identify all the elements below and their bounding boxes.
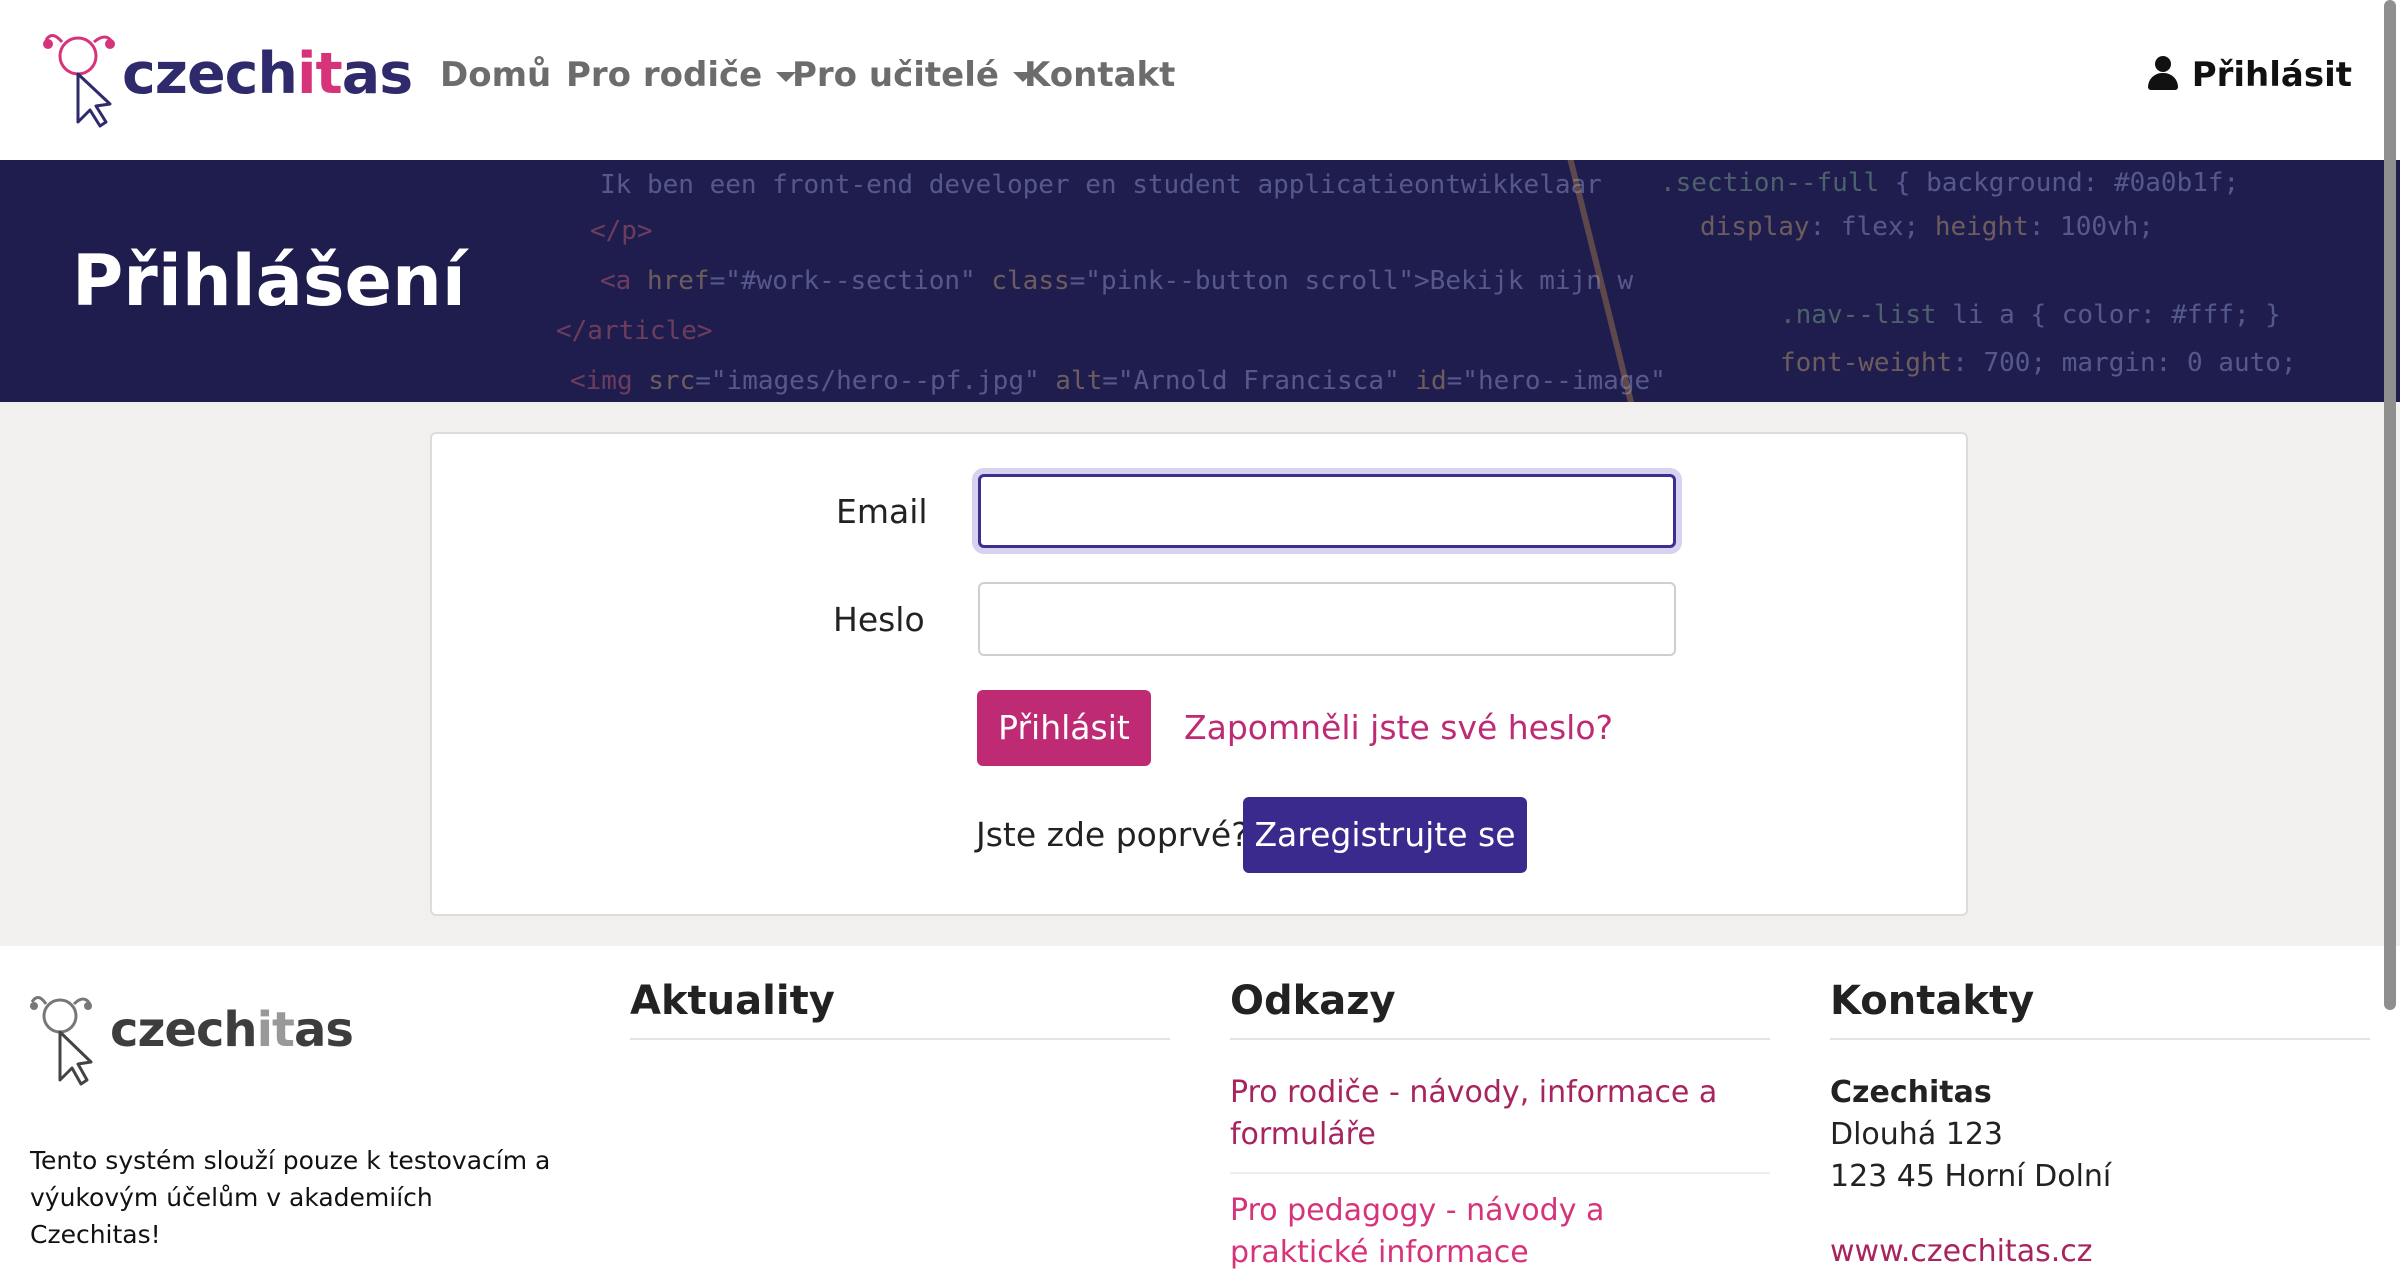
code-background-line: .nav--list li a { color: #fff; } <box>1780 300 2281 330</box>
divider <box>1230 1172 1770 1174</box>
nav-parents-label: Pro rodiče <box>566 55 763 95</box>
contact-name: Czechitas <box>1830 1075 1992 1110</box>
password-label: Heslo <box>833 600 925 639</box>
footer-link-parents[interactable]: Pro rodiče - návody, informace a formulá… <box>1230 1072 1750 1156</box>
footer-heading-contacts: Kontakty <box>1830 978 2035 1024</box>
email-field[interactable] <box>978 474 1676 548</box>
divider <box>1830 1038 2370 1040</box>
register-button[interactable]: Zaregistrujte se <box>1243 797 1527 873</box>
divider <box>630 1038 1170 1040</box>
logo-text-it: it <box>297 41 343 107</box>
nav-home[interactable]: Domů <box>440 55 551 95</box>
user-icon <box>2147 56 2178 90</box>
footer-heading-news: Aktuality <box>630 978 835 1024</box>
nav-contact[interactable]: Kontakt <box>1024 55 1175 95</box>
first-time-text: Jste zde poprvé? <box>976 815 1249 854</box>
nav-teachers-label: Pro učitelé <box>792 55 999 95</box>
contact-website-link[interactable]: www.czechitas.cz <box>1830 1231 2093 1273</box>
logo-girl-icon <box>43 34 115 128</box>
code-background-line: </p> <box>590 216 653 246</box>
forgot-password-link[interactable]: Zapomněli jste své heslo? <box>1184 708 1613 747</box>
divider <box>1230 1038 1770 1040</box>
czechitas-logo[interactable]: czechitas <box>42 26 413 130</box>
code-background-line: font-weight: 700; margin: 0 auto; <box>1780 348 2297 378</box>
code-background-line: Ik ben een front-end developer en studen… <box>600 170 1602 200</box>
nav-parents-dropdown[interactable]: Pro rodiče <box>566 55 797 95</box>
code-background-line: .section--full { background: #0a0b1f; <box>1660 168 2240 198</box>
top-navbar: czechitas Domů Pro rodiče Pro učitelé Ko… <box>0 0 2400 160</box>
logo-text-czech: czech <box>122 41 298 107</box>
nav-login-label: Přihlásit <box>2191 55 2352 95</box>
password-field[interactable] <box>978 582 1676 656</box>
code-background-line: <a href="#work--section" class="pink--bu… <box>600 266 1634 296</box>
footer-disclaimer: Tento systém slouží pouze k testovacím a… <box>30 1146 551 1249</box>
nav-teachers-dropdown[interactable]: Pro učitelé <box>792 55 1033 95</box>
footer-logo-text-it: it <box>256 1002 295 1058</box>
footer-logo-text-as: as <box>293 1002 354 1058</box>
contact-city: 123 45 Horní Dolní <box>1830 1159 2112 1194</box>
page-title: Přihlášení <box>72 240 466 322</box>
logo-text-as: as <box>341 41 413 107</box>
nav-login-link[interactable]: Přihlásit <box>2147 55 2352 95</box>
page-scrollbar[interactable] <box>2384 0 2396 1010</box>
code-background-line: display: flex; height: 100vh; <box>1700 212 2154 242</box>
login-button[interactable]: Přihlásit <box>977 690 1151 766</box>
footer-logo: czechitas <box>30 990 360 1090</box>
contact-street: Dlouhá 123 <box>1830 1117 2003 1152</box>
footer-link-teachers[interactable]: Pro pedagogy - návody a praktické inform… <box>1230 1190 1750 1274</box>
footer-logo-text-czech: czech <box>110 1002 258 1058</box>
logo-girl-icon <box>30 996 93 1086</box>
email-label: Email <box>836 492 928 531</box>
code-background-line: <img src="images/hero--pf.jpg" alt="Arno… <box>570 366 1666 396</box>
footer-heading-links: Odkazy <box>1230 978 1396 1024</box>
code-background-line: </article> <box>556 316 713 346</box>
footer: czechitas Tento systém slouží pouze k te… <box>0 946 2400 1286</box>
